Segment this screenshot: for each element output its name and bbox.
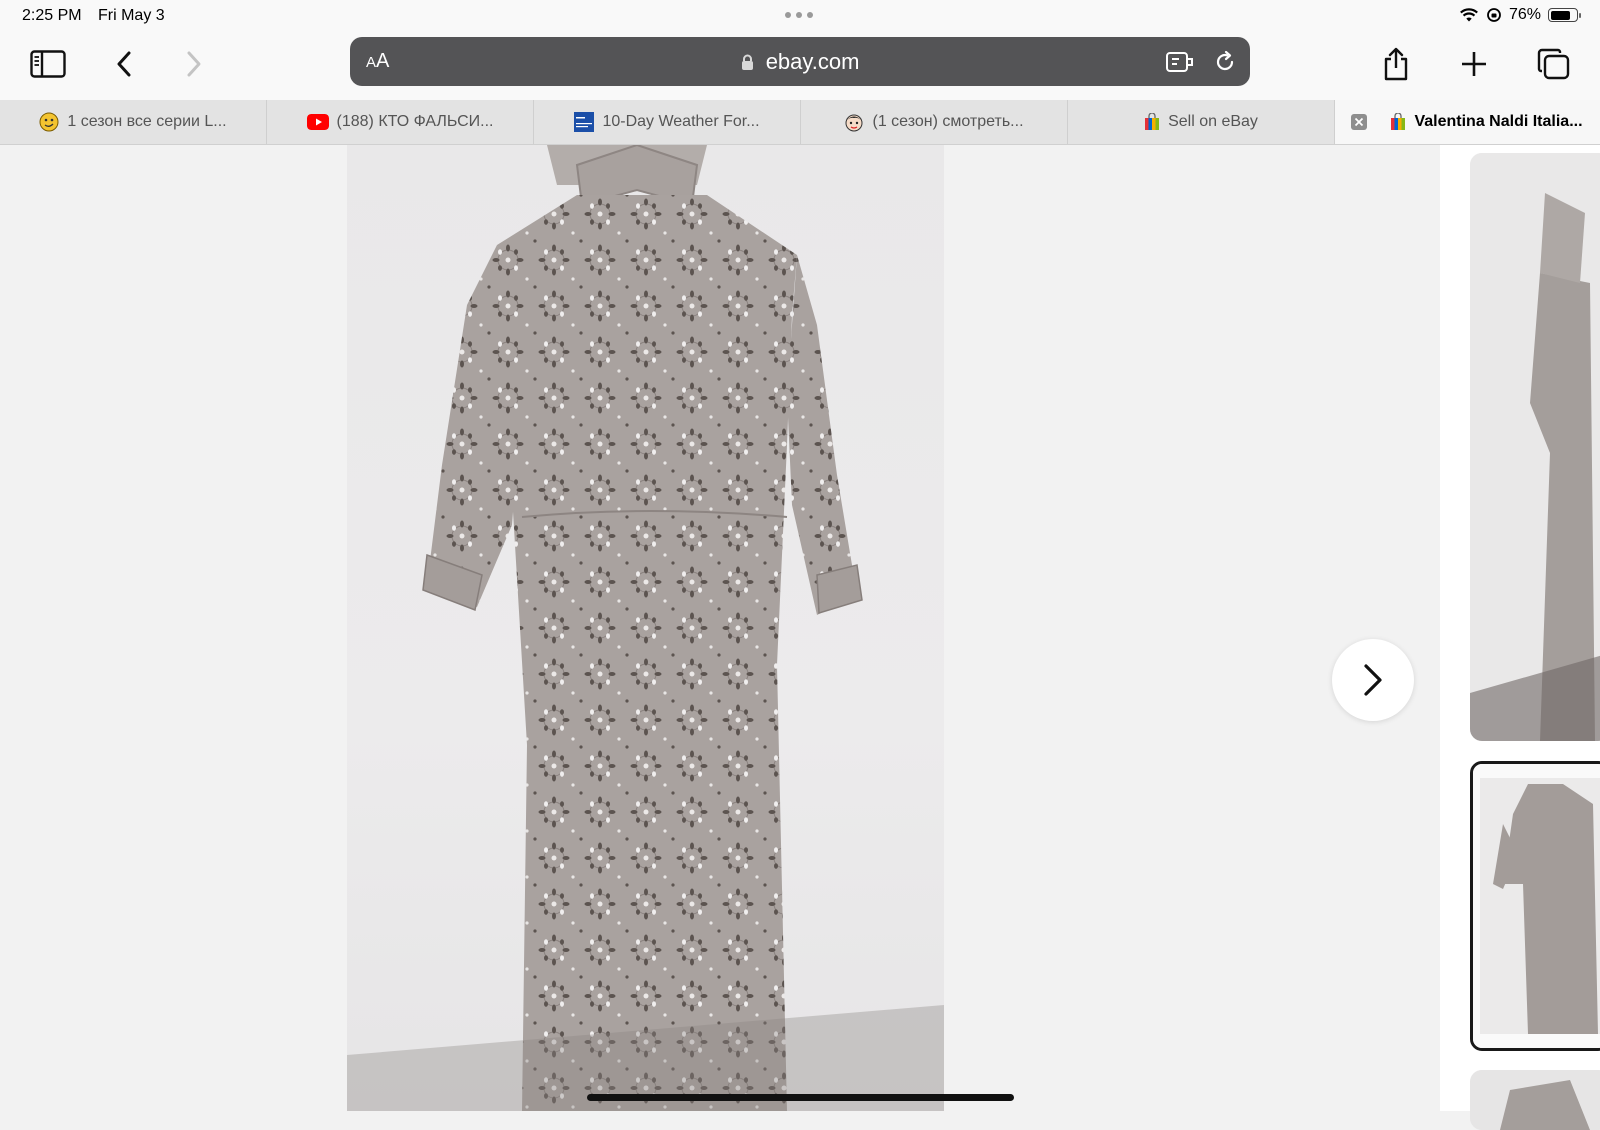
thumbnail-photo — [1470, 153, 1600, 741]
close-icon — [1354, 117, 1364, 127]
thumbnail-image[interactable] — [1470, 153, 1600, 741]
dress-photo — [347, 145, 944, 1111]
page-content — [0, 145, 1600, 1130]
lock-icon — [741, 54, 753, 70]
orientation-lock-icon — [1487, 8, 1501, 22]
product-image[interactable] — [347, 145, 944, 1111]
battery-icon — [1548, 8, 1581, 22]
cartoon-face-icon — [845, 114, 863, 132]
status-date: Fri May 3 — [98, 7, 165, 24]
tab-title: 1 сезон все серии L... — [67, 113, 227, 130]
share-icon — [1384, 47, 1408, 81]
battery-percent: 76% — [1508, 6, 1541, 23]
weather-channel-icon — [574, 112, 595, 132]
next-image-button[interactable] — [1332, 639, 1414, 721]
tab-title: Sell on eBay — [1168, 113, 1258, 130]
ebay-bag-icon — [1391, 113, 1406, 130]
browser-tab[interactable]: 10-Day Weather For... — [534, 100, 801, 144]
wifi-icon — [1460, 8, 1478, 22]
browser-toolbar: AA ebay.com — [0, 34, 1600, 100]
tab-bar: 1 сезон все серии L... (188) КТО ФАЛЬСИ.… — [0, 100, 1600, 145]
plus-icon — [1462, 52, 1486, 76]
thumbnail-strip — [1440, 145, 1600, 1130]
tab-title: (1 сезон) смотреть... — [872, 113, 1024, 130]
address-bar[interactable]: AA ebay.com — [350, 37, 1250, 86]
ebay-bag-icon — [1145, 113, 1160, 130]
sidebar-icon — [30, 50, 66, 78]
tabs-icon — [1537, 48, 1570, 80]
reload-icon — [1216, 50, 1234, 71]
close-tab-button[interactable] — [1351, 114, 1367, 130]
share-button[interactable] — [1374, 42, 1418, 86]
browser-tab[interactable]: (1 сезон) смотреть... — [801, 100, 1068, 144]
url-display[interactable]: ebay.com — [350, 49, 1250, 75]
thumbnail-image-selected[interactable] — [1470, 761, 1600, 1051]
browser-tab[interactable]: (188) КТО ФАЛЬСИ... — [267, 100, 534, 144]
tab-overview-button[interactable] — [1532, 42, 1576, 86]
tab-title: Valentina Naldi Italia... — [1414, 113, 1583, 130]
url-text: ebay.com — [765, 49, 860, 74]
chevron-left-icon — [117, 51, 131, 77]
chevron-right-icon — [187, 51, 201, 77]
thumbnail-photo — [1470, 1070, 1600, 1130]
status-indicators: 76% — [1459, 6, 1581, 24]
reload-button[interactable] — [1210, 47, 1240, 77]
emoji-face-icon — [39, 112, 59, 132]
browser-tab[interactable]: Sell on eBay — [1068, 100, 1335, 144]
multitasking-menu-icon[interactable] — [785, 12, 813, 18]
tab-title: 10-Day Weather For... — [602, 113, 760, 130]
tab-title: (188) КТО ФАЛЬСИ... — [336, 113, 494, 130]
browser-tab-active[interactable]: Valentina Naldi Italia... — [1335, 100, 1600, 144]
translate-extension-button[interactable] — [1165, 47, 1195, 77]
extension-icon — [1166, 52, 1193, 72]
chevron-right-icon — [1364, 664, 1382, 696]
sidebar-toggle-button[interactable] — [26, 42, 70, 86]
status-bar: 2:25 PM Fri May 3 76% — [0, 0, 1600, 34]
browser-tab[interactable]: 1 сезон все серии L... — [0, 100, 267, 144]
back-button[interactable] — [102, 42, 146, 86]
new-tab-button[interactable] — [1452, 42, 1496, 86]
thumbnail-image[interactable] — [1470, 1070, 1600, 1130]
thumbnail-photo — [1473, 764, 1600, 1048]
forward-button[interactable] — [172, 42, 216, 86]
home-indicator[interactable] — [587, 1094, 1014, 1101]
status-time: 2:25 PM — [22, 7, 82, 24]
youtube-icon — [306, 114, 329, 130]
